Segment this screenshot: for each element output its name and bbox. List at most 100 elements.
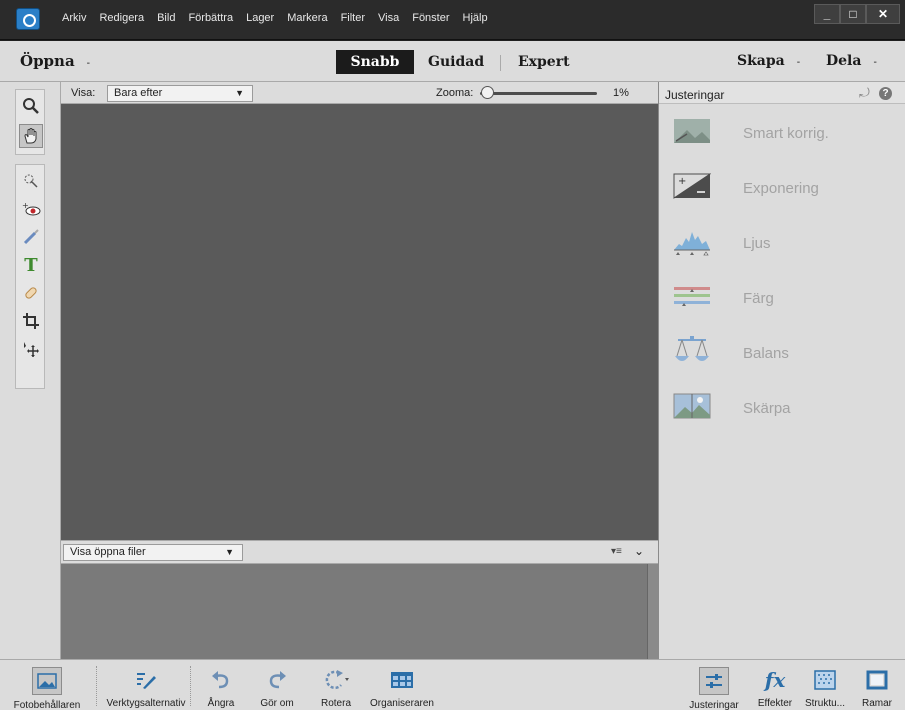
type-tool-icon[interactable]: T (19, 253, 43, 277)
adjustment-label: Skärpa (743, 400, 791, 417)
zoom-slider-track[interactable] (480, 92, 597, 95)
create-button-label: Skapa (737, 53, 785, 69)
adjustments-button[interactable]: Justeringar (682, 660, 746, 710)
view-label: Visa: (71, 87, 96, 99)
undo-icon (208, 667, 234, 693)
tool-options-button[interactable]: Verktygsalternativ (98, 660, 194, 710)
create-button[interactable]: Skapa - (737, 53, 800, 69)
red-eye-tool-icon[interactable]: + (19, 197, 43, 221)
effects-button[interactable]: fx Effekter (751, 660, 799, 710)
hand-tool-icon[interactable] (19, 124, 43, 148)
menu-item-filter[interactable]: Filter (341, 12, 365, 24)
organizer-label: Organiseraren (370, 698, 434, 709)
adjustment-label: Balans (743, 345, 789, 362)
task-bar: Fotobehållaren Verktygsalternativ Ångra … (0, 659, 905, 710)
undo-label: Ångra (207, 698, 235, 709)
tool-bar: + T (0, 82, 61, 659)
frames-icon (864, 667, 890, 693)
menu-item-enhance[interactable]: Förbättra (188, 12, 233, 24)
tool-options-icon (133, 667, 159, 693)
menu-item-help[interactable]: Hjälp (463, 12, 488, 24)
view-mode-select[interactable]: Bara efter ▼ (107, 85, 253, 102)
textures-icon (812, 667, 838, 693)
color-icon (674, 287, 710, 306)
crop-tool-icon[interactable] (19, 309, 43, 333)
app-logo-icon[interactable] (16, 8, 40, 30)
photo-bin-button[interactable]: Fotobehållaren (2, 660, 92, 710)
adjustment-smart-fix[interactable]: Smart korrig. (673, 116, 893, 156)
move-tool-icon[interactable] (19, 337, 43, 361)
chevron-down-icon: ▼ (235, 88, 244, 98)
photo-bin-area[interactable] (61, 564, 647, 659)
quick-selection-tool-icon[interactable] (19, 169, 43, 193)
view-options-bar: Visa: Bara efter ▼ Zooma: 1% (61, 82, 658, 104)
zoom-slider-thumb[interactable] (481, 86, 494, 99)
minimize-button[interactable]: _ (814, 4, 840, 24)
balance-icon (675, 336, 709, 361)
smart-fix-icon (674, 119, 710, 143)
adjustment-sharpen[interactable]: Skärpa (673, 391, 893, 431)
spot-healing-tool-icon[interactable] (19, 281, 43, 305)
open-caret-icon: - (86, 58, 91, 69)
adjustments-panel: Justeringar ⤾ ? Smart korrig. + Exponeri… (658, 82, 905, 659)
zoom-value: 1% (613, 87, 629, 99)
organizer-button[interactable]: Organiseraren (364, 660, 440, 710)
adjustment-color[interactable]: Färg (673, 281, 893, 321)
adjustment-label: Smart korrig. (743, 125, 829, 142)
help-icon[interactable]: ? (879, 87, 892, 100)
close-button[interactable]: ✕ (866, 4, 900, 24)
open-button[interactable]: Öppna - (20, 52, 90, 70)
menu-item-file[interactable]: Arkiv (62, 12, 86, 24)
rotate-button[interactable]: Rotera (310, 660, 362, 710)
adjustment-label: Exponering (743, 180, 819, 197)
collapse-icon[interactable]: ⌄ (634, 544, 644, 558)
menu-item-select[interactable]: Markera (287, 12, 327, 24)
menu-item-window[interactable]: Fönster (412, 12, 449, 24)
mode-tab-expert[interactable]: Expert (518, 54, 570, 70)
menu-item-image[interactable]: Bild (157, 12, 175, 24)
sharpen-icon (673, 393, 711, 419)
effects-label: Effekter (757, 698, 793, 709)
menu-item-view[interactable]: Visa (378, 12, 399, 24)
whiten-teeth-tool-icon[interactable] (19, 225, 43, 249)
chevron-down-icon: ▼ (225, 547, 234, 557)
photo-bin-scrollbar[interactable] (647, 564, 658, 659)
menu-item-layer[interactable]: Lager (246, 12, 274, 24)
image-canvas[interactable] (61, 104, 658, 540)
create-caret-icon: - (796, 57, 801, 68)
rotate-label: Rotera (320, 698, 351, 709)
frames-button[interactable]: Ramar (854, 660, 900, 710)
maximize-button[interactable]: □ (840, 4, 866, 24)
photo-bin-select[interactable]: Visa öppna filer ▼ (63, 544, 243, 561)
mode-tab-quick[interactable]: Snabb (336, 50, 414, 74)
textures-label: Struktu... (804, 698, 845, 709)
rotate-icon (323, 667, 349, 693)
photo-bin-icon (32, 667, 62, 695)
mode-tab-guided[interactable]: Guidad (428, 54, 484, 70)
adjustment-lighting[interactable]: Ljus (673, 226, 893, 266)
tool-options-label: Verktygsalternativ (106, 698, 186, 709)
share-caret-icon: - (873, 57, 877, 68)
menu-item-edit[interactable]: Redigera (99, 12, 144, 24)
view-tools-group (15, 89, 45, 155)
reset-icon[interactable]: ⤾ (859, 85, 870, 101)
adjustments-icon (699, 667, 729, 695)
adjustment-label: Ljus (743, 235, 771, 252)
redo-button[interactable]: Gör om (254, 660, 300, 710)
main-menu: Arkiv Redigera Bild Förbättra Lager Mark… (62, 12, 488, 24)
menu-bar: Arkiv Redigera Bild Förbättra Lager Mark… (0, 0, 905, 40)
adjustment-exposure[interactable]: + Exponering (673, 171, 893, 211)
undo-button[interactable]: Ångra (198, 660, 244, 710)
exposure-icon: + (673, 173, 711, 199)
open-button-label: Öppna (20, 52, 75, 70)
redo-label: Gör om (260, 698, 294, 709)
bin-options-icon[interactable]: ▾≡ (611, 546, 622, 557)
adjustment-balance[interactable]: Balans (673, 336, 893, 376)
zoom-tool-icon[interactable] (19, 94, 43, 118)
view-mode-value: Bara efter (114, 87, 163, 99)
share-button[interactable]: Dela - (826, 53, 877, 69)
adjustment-label: Färg (743, 290, 774, 307)
mode-divider (500, 55, 501, 71)
task-divider (96, 666, 97, 706)
textures-button[interactable]: Struktu... (800, 660, 850, 710)
